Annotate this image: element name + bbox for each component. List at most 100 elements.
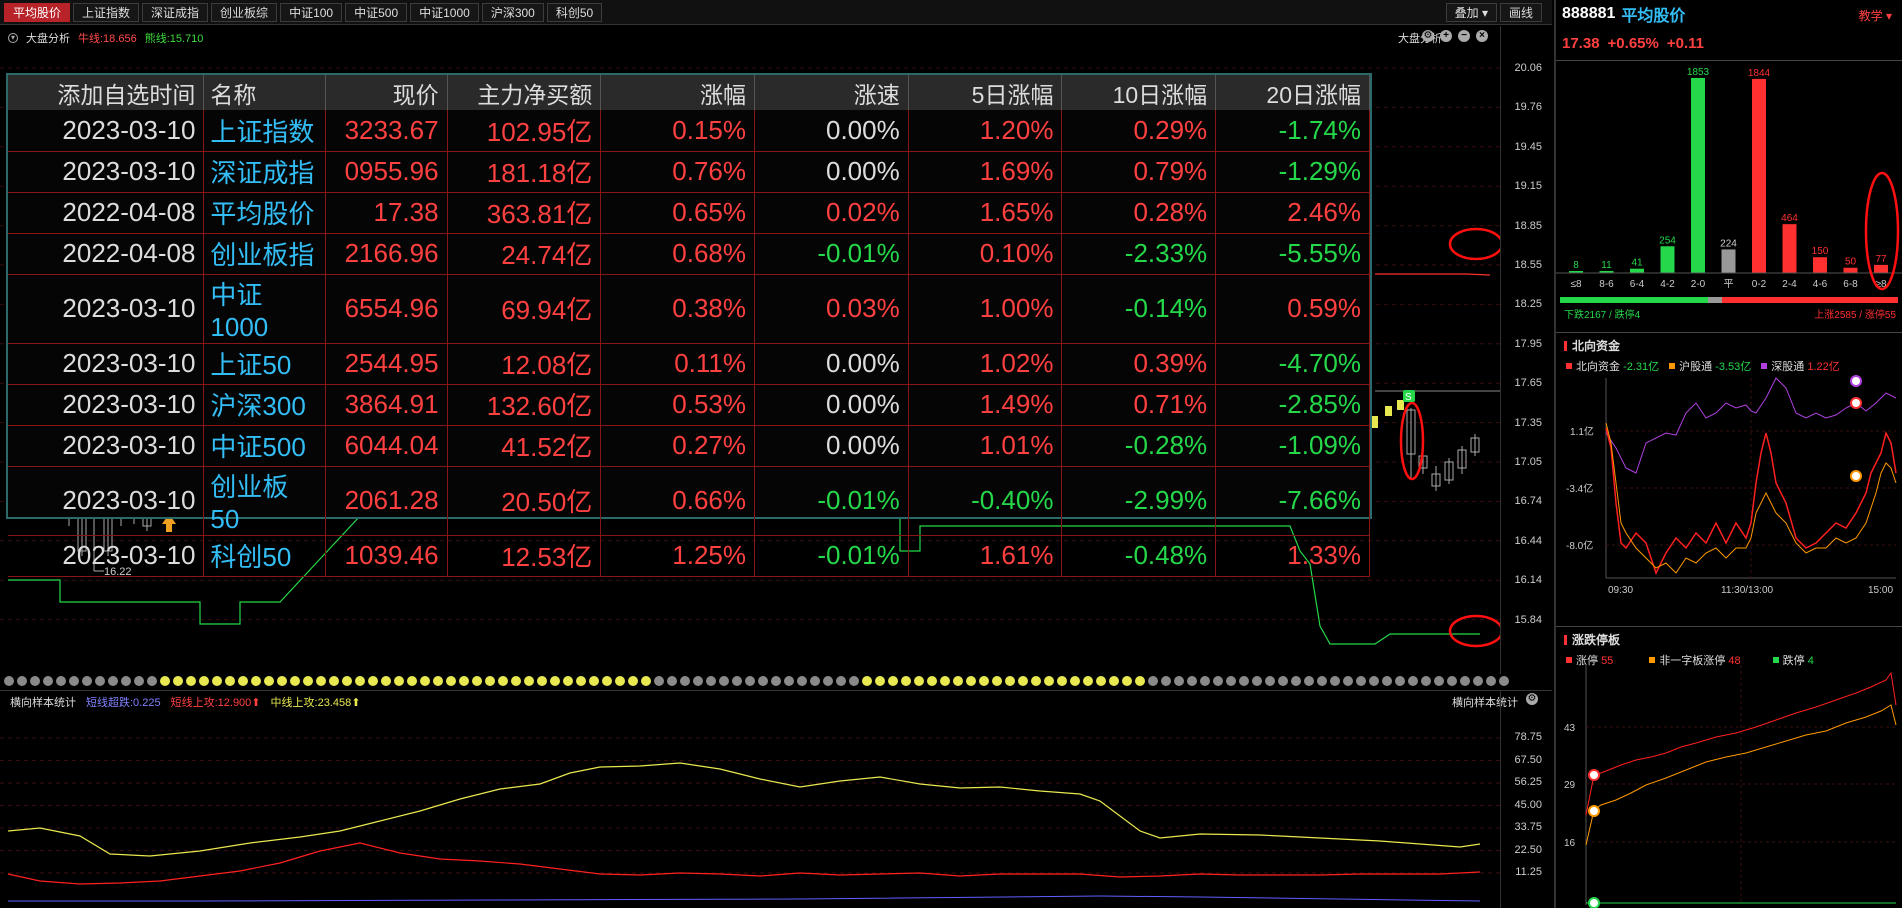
period-dot[interactable] [589, 676, 599, 686]
collapse-icon[interactable]: ▾ [8, 33, 18, 43]
dist-bar[interactable] [1752, 78, 1766, 273]
period-dot[interactable] [17, 676, 27, 686]
period-dot[interactable] [459, 676, 469, 686]
add-icon[interactable]: + [1440, 30, 1452, 42]
table-row[interactable]: 2022-04-08 创业板指 2166.96 24.74亿 0.68% -0.01% 0.… [8, 233, 1370, 275]
period-dot[interactable] [134, 676, 144, 686]
period-dot[interactable] [1083, 676, 1093, 686]
period-dot[interactable] [1044, 676, 1054, 686]
period-dot[interactable] [810, 676, 820, 686]
period-dot[interactable] [121, 676, 131, 686]
period-dot[interactable] [823, 676, 833, 686]
period-dot[interactable] [1291, 676, 1301, 686]
period-dot[interactable] [1135, 676, 1145, 686]
period-dot[interactable] [394, 676, 404, 686]
period-dot[interactable] [563, 676, 573, 686]
period-dot[interactable] [69, 676, 79, 686]
period-dot[interactable] [745, 676, 755, 686]
period-dot[interactable] [316, 676, 326, 686]
dist-bar[interactable] [1691, 77, 1705, 273]
tab-sh-index[interactable]: 上证指数 [73, 2, 140, 22]
column-header[interactable]: 名称 [203, 75, 326, 110]
period-dot[interactable] [95, 676, 105, 686]
period-dot[interactable] [225, 676, 235, 686]
period-dot[interactable] [654, 676, 664, 686]
period-dot[interactable] [992, 676, 1002, 686]
period-dot[interactable] [940, 676, 950, 686]
period-dot[interactable] [667, 676, 677, 686]
tab-csi500[interactable]: 中证500 [345, 2, 408, 22]
period-dot[interactable] [1161, 676, 1171, 686]
column-header[interactable]: 涨速 [754, 75, 909, 110]
period-dot[interactable] [706, 676, 716, 686]
period-dot[interactable] [914, 676, 924, 686]
table-row[interactable]: 2022-04-08 平均股价 17.38 363.81亿 0.65% 0.02% 1.65… [8, 192, 1370, 234]
column-header[interactable]: 5日涨幅 [908, 75, 1063, 110]
sample-statistics-panel[interactable]: 横向样本统计 短线超跌:0.225 短线上攻:12.900⬆ 中线上攻:23.4… [0, 690, 1552, 908]
column-header[interactable]: 20日涨幅 [1215, 75, 1370, 110]
column-header[interactable]: 涨幅 [600, 75, 756, 110]
period-dot[interactable] [888, 676, 898, 686]
period-dot[interactable] [511, 676, 521, 686]
period-dot[interactable] [719, 676, 729, 686]
period-dot[interactable] [173, 676, 183, 686]
period-dot[interactable] [1369, 676, 1379, 686]
lower-settings-icon[interactable]: ⚙ [1526, 693, 1538, 705]
period-dot[interactable] [784, 676, 794, 686]
period-dot[interactable] [953, 676, 963, 686]
period-dot[interactable] [1057, 676, 1067, 686]
period-dot[interactable] [1187, 676, 1197, 686]
column-header[interactable]: 添加自选时间 [8, 75, 205, 110]
period-dot[interactable] [251, 676, 261, 686]
period-dot[interactable] [576, 676, 586, 686]
period-dot[interactable] [238, 676, 248, 686]
period-dot[interactable] [1356, 676, 1366, 686]
period-dot[interactable] [407, 676, 417, 686]
period-dot[interactable] [329, 676, 339, 686]
period-dot[interactable] [1460, 676, 1470, 686]
teach-link[interactable]: 教学 ▾ [1859, 7, 1892, 24]
close-icon[interactable]: × [1476, 30, 1488, 42]
period-dot[interactable] [342, 676, 352, 686]
period-dot[interactable] [797, 676, 807, 686]
period-dot[interactable] [862, 676, 872, 686]
period-dot[interactable] [1486, 676, 1496, 686]
period-dot[interactable] [160, 676, 170, 686]
period-dot[interactable] [1343, 676, 1353, 686]
tab-average-price[interactable]: 平均股价 [4, 2, 71, 22]
period-dot[interactable] [303, 676, 313, 686]
tab-sz-component[interactable]: 深证成指 [142, 2, 209, 22]
period-dot[interactable] [212, 676, 222, 686]
table-row[interactable]: 2023-03-10 上证50 2544.95 12.08亿 0.11% 0.00% 1.0… [8, 343, 1370, 385]
period-dot[interactable] [56, 676, 66, 686]
period-dot[interactable] [1031, 676, 1041, 686]
period-dot[interactable] [381, 676, 391, 686]
column-header[interactable]: 10日涨幅 [1061, 75, 1217, 110]
draw-line-button[interactable]: 画线 [1499, 3, 1542, 22]
period-dot[interactable] [199, 676, 209, 686]
period-dot[interactable] [1499, 676, 1509, 686]
period-dot[interactable] [355, 676, 365, 686]
period-dot[interactable] [1070, 676, 1080, 686]
period-dot[interactable] [1239, 676, 1249, 686]
period-dot[interactable] [446, 676, 456, 686]
period-dot[interactable] [979, 676, 989, 686]
table-row[interactable]: 2023-03-10 深证成指 0955.96 181.18亿 0.76% 0.00% 1.… [8, 151, 1370, 193]
table-row[interactable]: 2023-03-10 上证指数 3233.67 102.95亿 0.15% 0.00% 1.… [8, 110, 1370, 152]
period-dot[interactable] [966, 676, 976, 686]
tab-chinext-composite[interactable]: 创业板综 [211, 2, 278, 22]
period-dot[interactable] [1265, 676, 1275, 686]
dist-bar[interactable] [1660, 246, 1675, 273]
period-dot[interactable] [537, 676, 547, 686]
period-dot[interactable] [1473, 676, 1483, 686]
period-dot[interactable] [836, 676, 846, 686]
period-dot[interactable] [524, 676, 534, 686]
dist-bar[interactable] [1721, 249, 1736, 273]
period-dot[interactable] [472, 676, 482, 686]
period-dot[interactable] [1096, 676, 1106, 686]
period-dot[interactable] [1278, 676, 1288, 686]
period-dot[interactable] [186, 676, 196, 686]
period-dot[interactable] [1148, 676, 1158, 686]
period-dot[interactable] [1421, 676, 1431, 686]
dist-bar[interactable] [1813, 257, 1827, 273]
